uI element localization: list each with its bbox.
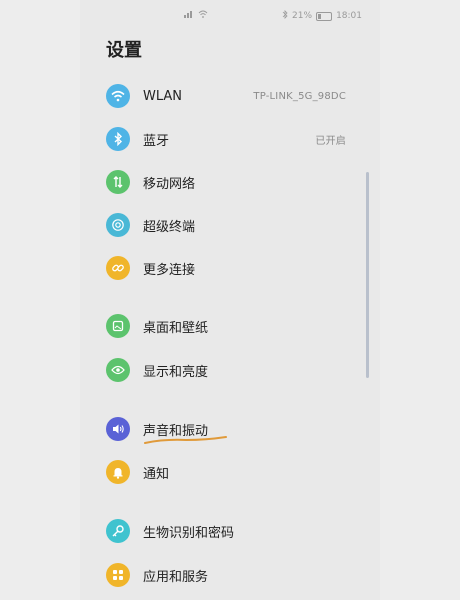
settings-item-label: 通知 bbox=[143, 466, 170, 482]
battery-icon bbox=[316, 11, 333, 21]
settings-item-value: TP-LINK_5G_98DC bbox=[253, 90, 346, 102]
settings-item-value: 已开启 bbox=[315, 135, 346, 147]
settings-item-label: 蓝牙 bbox=[143, 133, 170, 149]
settings-item-apps[interactable]: 应用和服务 bbox=[106, 560, 346, 590]
settings-item-super-device[interactable]: 超级终端 bbox=[106, 210, 346, 240]
bluetooth-icon bbox=[106, 127, 130, 151]
status-left bbox=[184, 10, 208, 21]
annotation-underline bbox=[144, 436, 227, 444]
settings-screen: 21% 18:01 设置 WLAN TP-LINK_5G_98DC 蓝牙 已开启… bbox=[80, 0, 380, 600]
settings-item-label: 超级终端 bbox=[143, 219, 196, 235]
status-bar: 21% 18:01 bbox=[80, 8, 380, 26]
wifi-icon bbox=[106, 84, 130, 108]
settings-item-wallpaper[interactable]: 桌面和壁纸 bbox=[106, 311, 346, 341]
settings-item-label: 显示和亮度 bbox=[143, 364, 209, 380]
wifi-status-icon bbox=[198, 10, 208, 21]
battery-percent: 21% bbox=[292, 11, 313, 21]
settings-item-label: 移动网络 bbox=[143, 176, 196, 192]
settings-item-mobile-network[interactable]: 移动网络 bbox=[106, 167, 346, 197]
settings-item-notifications[interactable]: 通知 bbox=[106, 457, 346, 487]
bell-icon bbox=[106, 460, 130, 484]
apps-icon bbox=[106, 563, 130, 587]
settings-item-display[interactable]: 显示和亮度 bbox=[106, 355, 346, 385]
settings-item-label: WLAN bbox=[143, 88, 183, 104]
settings-item-bluetooth[interactable]: 蓝牙 已开启 bbox=[106, 124, 346, 154]
settings-item-more-connections[interactable]: 更多连接 bbox=[106, 253, 346, 283]
settings-item-label: 应用和服务 bbox=[143, 569, 209, 585]
link-icon bbox=[106, 256, 130, 280]
page-title: 设置 bbox=[106, 40, 142, 61]
mobile-network-icon bbox=[106, 170, 130, 194]
super-device-icon bbox=[106, 213, 130, 237]
settings-item-label: 更多连接 bbox=[143, 262, 196, 278]
settings-item-wlan[interactable]: WLAN TP-LINK_5G_98DC bbox=[106, 81, 346, 111]
clock: 18:01 bbox=[336, 11, 362, 21]
signal-icon bbox=[184, 10, 194, 21]
eye-icon bbox=[106, 358, 130, 382]
settings-item-biometrics[interactable]: 生物识别和密码 bbox=[106, 516, 346, 546]
status-right: 21% 18:01 bbox=[282, 10, 362, 22]
speaker-icon bbox=[106, 417, 130, 441]
bluetooth-status-icon bbox=[282, 10, 288, 22]
scrollbar[interactable] bbox=[366, 172, 369, 378]
settings-item-label: 生物识别和密码 bbox=[143, 525, 235, 541]
key-icon bbox=[106, 519, 130, 543]
wallpaper-icon bbox=[106, 314, 130, 338]
settings-item-label: 桌面和壁纸 bbox=[143, 320, 209, 336]
